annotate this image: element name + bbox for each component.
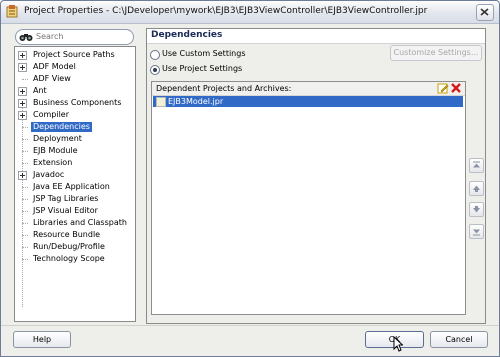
tree-item-resource-bundle[interactable]: Resource Bundle bbox=[15, 229, 133, 241]
tree-item-label: Java EE Application bbox=[33, 182, 110, 191]
delete-icon[interactable] bbox=[451, 83, 461, 93]
tree-connector bbox=[22, 247, 28, 248]
tree-item-label: JSP Visual Editor bbox=[33, 206, 98, 215]
tree-item-label: Libraries and Classpath bbox=[33, 218, 127, 227]
tree-item-label: Extension bbox=[33, 158, 73, 167]
tree-item-label: Technology Scope bbox=[33, 254, 105, 263]
tree-item-java-ee-application[interactable]: Java EE Application bbox=[15, 181, 133, 193]
tree-item-label: EJB Module bbox=[33, 146, 78, 155]
search-input[interactable] bbox=[36, 31, 126, 42]
tree-item-jsp-visual-editor[interactable]: JSP Visual Editor bbox=[15, 205, 133, 217]
expand-icon[interactable] bbox=[18, 87, 27, 96]
close-button[interactable] bbox=[476, 4, 494, 21]
move-top-button[interactable] bbox=[469, 158, 484, 173]
tree-connector bbox=[22, 127, 28, 128]
tree-item-libraries-and-classpath[interactable]: Libraries and Classpath bbox=[15, 217, 133, 229]
radio-label: Use Project Settings bbox=[162, 64, 243, 73]
tree-item-ant[interactable]: Ant bbox=[15, 85, 133, 97]
move-down-button[interactable] bbox=[469, 202, 484, 217]
tree-item-label: Deployment bbox=[33, 134, 82, 143]
tree-connector bbox=[22, 223, 28, 224]
panel-header: Dependencies bbox=[147, 29, 485, 44]
radio-label: Use Custom Settings bbox=[162, 49, 246, 58]
dependencies-list[interactable]: Dependent Projects and Archives: EJB3Mod… bbox=[151, 81, 466, 315]
customize-settings-button[interactable]: Customize Settings... bbox=[390, 45, 482, 61]
expand-icon[interactable] bbox=[18, 171, 27, 180]
tree-item-label: Run/Debug/Profile bbox=[33, 242, 105, 251]
move-top-icon bbox=[473, 161, 480, 168]
tree-item-technology-scope[interactable]: Technology Scope bbox=[15, 253, 133, 265]
expand-icon[interactable] bbox=[18, 51, 27, 60]
list-title: Dependent Projects and Archives: bbox=[156, 84, 292, 93]
window-title: Project Properties - C:\JDeveloper\mywor… bbox=[24, 6, 428, 16]
expand-icon[interactable] bbox=[18, 63, 27, 72]
footer-divider bbox=[1, 325, 499, 326]
tree-connector bbox=[22, 79, 28, 80]
tree-item-business-components[interactable]: Business Components bbox=[15, 97, 133, 109]
project-icon bbox=[156, 97, 166, 107]
list-item-label: EJB3Model.jpr bbox=[168, 97, 224, 106]
app-icon bbox=[6, 5, 18, 18]
list-header: Dependent Projects and Archives: bbox=[152, 82, 465, 96]
tree-item-label: Javadoc bbox=[33, 170, 65, 179]
tree-item-javadoc[interactable]: Javadoc bbox=[15, 169, 133, 181]
tree-item-adf-model[interactable]: ADF Model bbox=[15, 61, 133, 73]
tree-connector bbox=[22, 163, 28, 164]
help-button[interactable]: Help bbox=[13, 331, 71, 348]
tree-item-dependencies[interactable]: Dependencies bbox=[15, 121, 133, 133]
tree-connector bbox=[22, 211, 28, 212]
tree-item-label: ADF Model bbox=[33, 62, 76, 71]
tree-connector bbox=[22, 187, 28, 188]
project-properties-dialog: Project Properties - C:\JDeveloper\mywor… bbox=[0, 0, 500, 357]
expand-icon[interactable] bbox=[18, 99, 27, 108]
search-field[interactable] bbox=[15, 29, 134, 45]
settings-tree[interactable]: Project Source Paths ADF Model ADF View … bbox=[14, 46, 136, 322]
tree-item-label: Ant bbox=[33, 86, 47, 95]
move-down-icon bbox=[473, 206, 480, 213]
tree-connector bbox=[22, 259, 28, 260]
close-icon bbox=[480, 8, 489, 16]
mouse-cursor-icon bbox=[393, 336, 403, 352]
page-title: Dependencies bbox=[151, 30, 223, 40]
cancel-button[interactable]: Cancel bbox=[430, 331, 488, 348]
move-bottom-icon bbox=[473, 229, 480, 236]
dependencies-panel: Dependencies Use Custom Settings Use Pro… bbox=[146, 28, 486, 324]
radio-button[interactable] bbox=[150, 50, 160, 60]
tree-item-label: Business Components bbox=[33, 98, 122, 107]
radio-button[interactable] bbox=[150, 65, 160, 75]
tree-item-project-source-paths[interactable]: Project Source Paths bbox=[15, 49, 133, 61]
tree-item-deployment[interactable]: Deployment bbox=[15, 133, 133, 145]
tree-item-run-debug-profile[interactable]: Run/Debug/Profile bbox=[15, 241, 133, 253]
tree-item-compiler[interactable]: Compiler bbox=[15, 109, 133, 121]
move-up-icon bbox=[473, 185, 480, 192]
tree-item-label: Resource Bundle bbox=[33, 230, 101, 239]
tree-item-label: Project Source Paths bbox=[33, 50, 115, 59]
tree-item-label: ADF View bbox=[33, 74, 71, 83]
tree-connector bbox=[22, 151, 28, 152]
tree-item-label: Dependencies bbox=[31, 122, 92, 132]
edit-icon[interactable] bbox=[437, 82, 449, 94]
tree-item-label: JSP Tag Libraries bbox=[33, 194, 99, 203]
binoculars-icon bbox=[19, 34, 33, 41]
expand-icon[interactable] bbox=[18, 111, 27, 120]
tree-connector bbox=[22, 235, 28, 236]
tree-item-ejb-module[interactable]: EJB Module bbox=[15, 145, 133, 157]
move-up-button[interactable] bbox=[469, 181, 484, 196]
tree-connector bbox=[22, 199, 28, 200]
list-item[interactable]: EJB3Model.jpr bbox=[153, 96, 463, 107]
tree-item-jsp-tag-libraries[interactable]: JSP Tag Libraries bbox=[15, 193, 133, 205]
tree-item-adf-view[interactable]: ADF View bbox=[15, 73, 133, 85]
tree-connector bbox=[22, 139, 28, 140]
tree-item-extension[interactable]: Extension bbox=[15, 157, 133, 169]
title-bar[interactable]: Project Properties - C:\JDeveloper\mywor… bbox=[1, 1, 499, 24]
tree-item-label: Compiler bbox=[33, 110, 70, 119]
move-bottom-button[interactable] bbox=[469, 224, 484, 239]
